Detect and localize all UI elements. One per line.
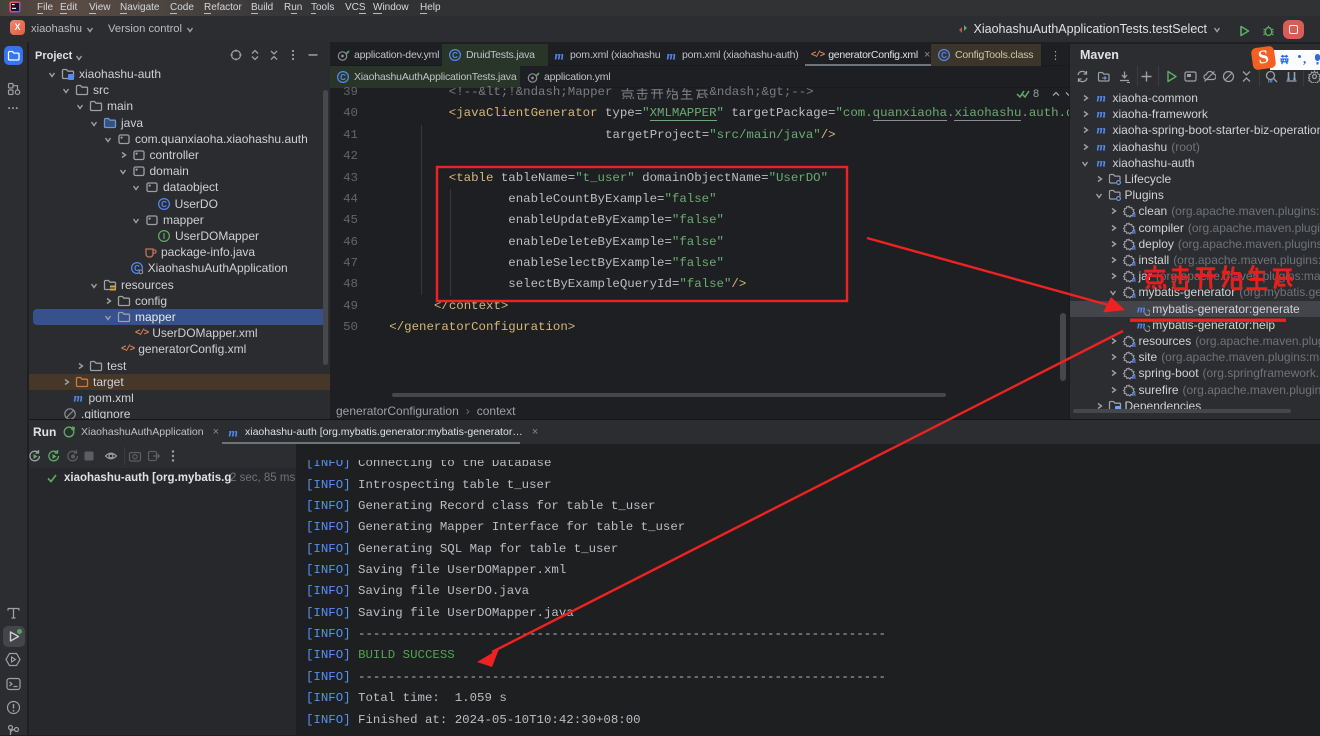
- svg-text:m: m: [1132, 357, 1136, 364]
- svg-text:m: m: [1132, 292, 1136, 299]
- svg-text:m: m: [555, 49, 564, 62]
- svg-text:m: m: [73, 391, 82, 404]
- svg-text:I: I: [163, 232, 165, 241]
- svg-text:C: C: [941, 51, 947, 60]
- svg-text:m: m: [229, 426, 238, 439]
- svg-text:m: m: [1132, 211, 1136, 218]
- svg-text:C: C: [161, 200, 167, 209]
- svg-text:m: m: [1132, 341, 1136, 348]
- svg-text:m: m: [667, 49, 676, 62]
- svg-text:m: m: [1268, 79, 1273, 84]
- svg-text:C: C: [340, 73, 346, 82]
- svg-text:m: m: [1132, 228, 1136, 235]
- svg-text:m: m: [1132, 244, 1136, 251]
- svg-text:m: m: [1132, 260, 1136, 267]
- svg-text:m: m: [1097, 123, 1106, 136]
- svg-text:m: m: [1132, 276, 1136, 283]
- svg-text:m: m: [1097, 156, 1106, 169]
- svg-text:m: m: [1097, 140, 1106, 153]
- svg-text:m: m: [1097, 107, 1106, 120]
- svg-text:m: m: [1132, 390, 1136, 397]
- svg-text:m: m: [1132, 373, 1136, 380]
- svg-text:C: C: [452, 51, 458, 60]
- svg-text:m: m: [1097, 91, 1106, 104]
